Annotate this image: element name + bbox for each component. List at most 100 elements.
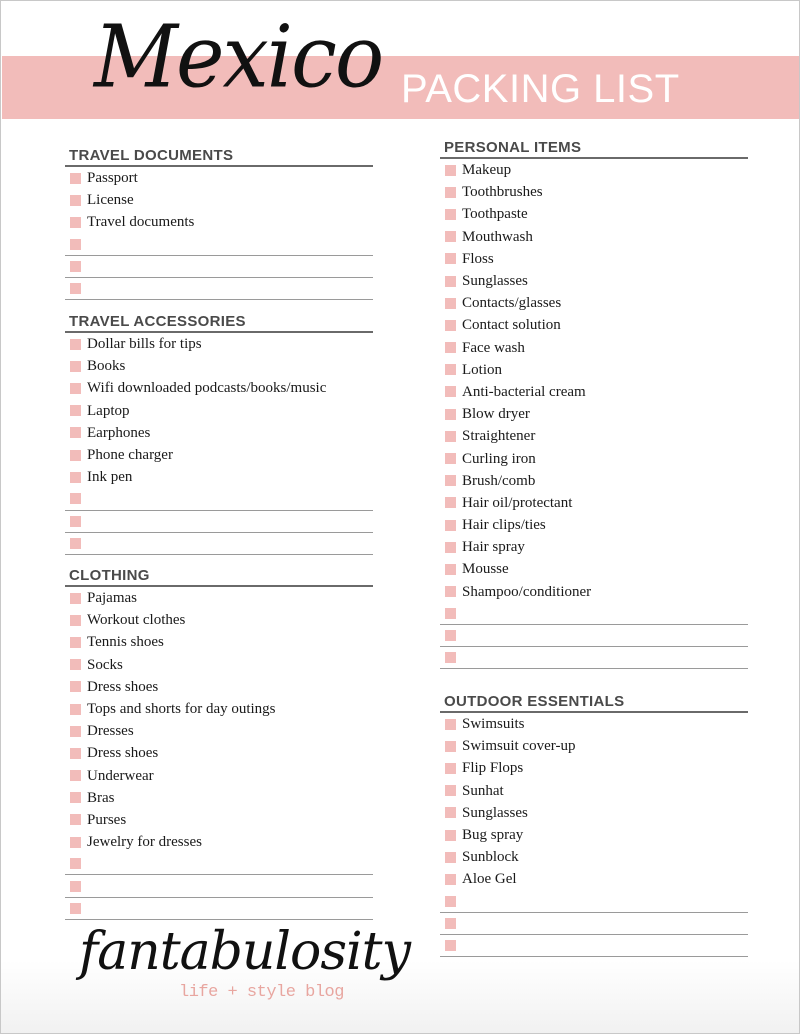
checkbox-icon[interactable] xyxy=(70,747,81,759)
checkbox-icon[interactable] xyxy=(445,851,456,863)
checkbox-icon[interactable] xyxy=(70,283,81,295)
checklist-item[interactable]: Swimsuits xyxy=(440,713,748,735)
checkbox-icon[interactable] xyxy=(445,297,456,309)
checklist-item[interactable]: Ink pen xyxy=(65,466,373,488)
checkbox-icon[interactable] xyxy=(70,814,81,826)
checklist-item[interactable]: Swimsuit cover-up xyxy=(440,735,748,757)
checkbox-icon[interactable] xyxy=(70,382,81,394)
checkbox-icon[interactable] xyxy=(445,718,456,730)
checklist-item[interactable]: Dresses xyxy=(65,720,373,742)
checklist-item[interactable]: Pajamas xyxy=(65,587,373,609)
checklist-item[interactable]: Phone charger xyxy=(65,444,373,466)
checklist-item[interactable]: Hair oil/protectant xyxy=(440,492,748,514)
checklist-item[interactable]: Face wash xyxy=(440,337,748,359)
checkbox-icon[interactable] xyxy=(445,563,456,575)
checkbox-icon[interactable] xyxy=(70,902,81,914)
checkbox-icon[interactable] xyxy=(70,471,81,483)
checkbox-icon[interactable] xyxy=(70,703,81,715)
checklist-item[interactable]: Hair spray xyxy=(440,536,748,558)
checklist-item[interactable]: Earphones xyxy=(65,422,373,444)
blank-checklist-line[interactable] xyxy=(440,603,748,625)
checkbox-icon[interactable] xyxy=(70,194,81,206)
checkbox-icon[interactable] xyxy=(445,430,456,442)
checkbox-icon[interactable] xyxy=(445,408,456,420)
checkbox-icon[interactable] xyxy=(70,614,81,626)
checkbox-icon[interactable] xyxy=(445,208,456,220)
checkbox-icon[interactable] xyxy=(445,342,456,354)
checkbox-icon[interactable] xyxy=(445,873,456,885)
checklist-item[interactable]: Contact solution xyxy=(440,314,748,336)
checklist-item[interactable]: Tennis shoes xyxy=(65,631,373,653)
checklist-item[interactable]: Toothbrushes xyxy=(440,181,748,203)
checklist-item[interactable]: Purses xyxy=(65,809,373,831)
checkbox-icon[interactable] xyxy=(70,172,81,184)
checkbox-icon[interactable] xyxy=(70,216,81,228)
checklist-item[interactable]: Jewelry for dresses xyxy=(65,831,373,853)
checklist-item[interactable]: Mouthwash xyxy=(440,226,748,248)
checkbox-icon[interactable] xyxy=(445,939,456,951)
checklist-item[interactable]: Curling iron xyxy=(440,447,748,469)
checkbox-icon[interactable] xyxy=(70,338,81,350)
blank-checklist-line[interactable] xyxy=(65,875,373,898)
blank-checklist-line[interactable] xyxy=(65,256,373,278)
checklist-item[interactable]: Socks xyxy=(65,654,373,676)
checkbox-icon[interactable] xyxy=(445,231,456,243)
checkbox-icon[interactable] xyxy=(70,836,81,848)
checkbox-icon[interactable] xyxy=(70,770,81,782)
checklist-item[interactable]: Sunglasses xyxy=(440,270,748,292)
checkbox-icon[interactable] xyxy=(70,449,81,461)
checklist-item[interactable]: Travel documents xyxy=(65,211,373,233)
blank-checklist-line[interactable] xyxy=(440,625,748,648)
checklist-item[interactable]: Makeup xyxy=(440,159,748,181)
checkbox-icon[interactable] xyxy=(445,319,456,331)
checklist-item[interactable]: Mousse xyxy=(440,558,748,580)
checkbox-icon[interactable] xyxy=(445,917,456,929)
blank-checklist-line[interactable] xyxy=(65,898,373,920)
checkbox-icon[interactable] xyxy=(445,807,456,819)
checkbox-icon[interactable] xyxy=(70,636,81,648)
checklist-item[interactable]: Dollar bills for tips xyxy=(65,333,373,355)
checkbox-icon[interactable] xyxy=(445,541,456,553)
checkbox-icon[interactable] xyxy=(445,364,456,376)
blank-checklist-line[interactable] xyxy=(440,647,748,670)
checklist-item[interactable]: Straightener xyxy=(440,425,748,447)
checkbox-icon[interactable] xyxy=(70,493,81,505)
checklist-item[interactable]: Dress shoes xyxy=(65,742,373,764)
checkbox-icon[interactable] xyxy=(445,652,456,664)
checklist-item[interactable]: Toothpaste xyxy=(440,203,748,225)
checkbox-icon[interactable] xyxy=(445,607,456,619)
checkbox-icon[interactable] xyxy=(445,895,456,907)
blank-checklist-line[interactable] xyxy=(65,278,373,301)
checkbox-icon[interactable] xyxy=(445,386,456,398)
checkbox-icon[interactable] xyxy=(445,785,456,797)
blank-checklist-line[interactable] xyxy=(440,891,748,913)
checklist-item[interactable]: Dress shoes xyxy=(65,676,373,698)
checkbox-icon[interactable] xyxy=(445,453,456,465)
checkbox-icon[interactable] xyxy=(445,164,456,176)
checkbox-icon[interactable] xyxy=(70,260,81,272)
blank-checklist-line[interactable] xyxy=(65,234,373,256)
checklist-item[interactable]: Books xyxy=(65,355,373,377)
checklist-item[interactable]: Blow dryer xyxy=(440,403,748,425)
checkbox-icon[interactable] xyxy=(70,659,81,671)
blank-checklist-line[interactable] xyxy=(65,533,373,555)
checkbox-icon[interactable] xyxy=(445,186,456,198)
blank-checklist-line[interactable] xyxy=(65,488,373,511)
checkbox-icon[interactable] xyxy=(70,238,81,250)
checklist-item[interactable]: Bras xyxy=(65,787,373,809)
checklist-item[interactable]: Wifi downloaded podcasts/books/music xyxy=(65,377,373,399)
checkbox-icon[interactable] xyxy=(70,725,81,737)
checkbox-icon[interactable] xyxy=(445,762,456,774)
checklist-item[interactable]: Bug spray xyxy=(440,824,748,846)
checklist-item[interactable]: Shampoo/conditioner xyxy=(440,581,748,603)
checkbox-icon[interactable] xyxy=(70,360,81,372)
checklist-item[interactable]: Passport xyxy=(65,167,373,189)
checkbox-icon[interactable] xyxy=(70,405,81,417)
blank-checklist-line[interactable] xyxy=(440,913,748,935)
checkbox-icon[interactable] xyxy=(70,537,81,549)
checkbox-icon[interactable] xyxy=(70,515,81,527)
checklist-item[interactable]: License xyxy=(65,189,373,211)
checkbox-icon[interactable] xyxy=(445,275,456,287)
checkbox-icon[interactable] xyxy=(70,792,81,804)
checklist-item[interactable]: Sunglasses xyxy=(440,802,748,824)
